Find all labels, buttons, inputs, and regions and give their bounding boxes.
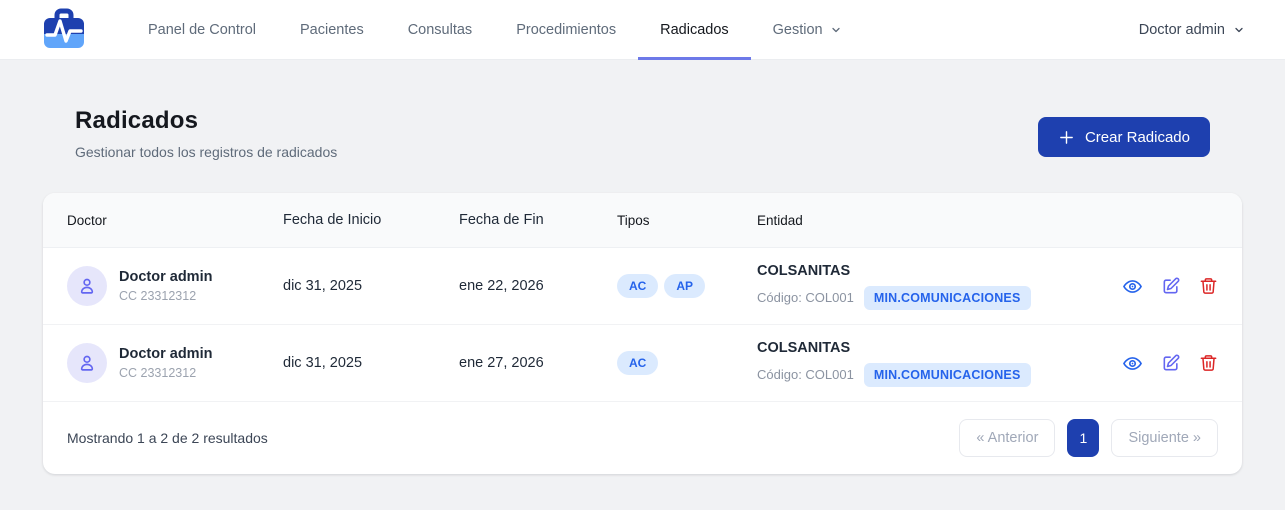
nav-item-panel-de-control[interactable]: Panel de Control <box>126 0 278 60</box>
edit-pencil-icon <box>1163 354 1180 371</box>
nav-label: Gestion <box>772 21 823 38</box>
edit-button[interactable] <box>1161 353 1181 373</box>
table-row: Doctor admin CC 23312312 dic 31, 2025 en… <box>43 325 1242 402</box>
plus-icon <box>1058 129 1075 146</box>
nav-label: Procedimientos <box>516 21 617 38</box>
table-footer: Mostrando 1 a 2 de 2 resultados « Anteri… <box>43 402 1242 474</box>
doctor-id: CC 23312312 <box>119 366 197 380</box>
fecha-inicio-cell: dic 31, 2025 <box>283 278 363 294</box>
entidad-name: COLSANITAS <box>757 339 851 356</box>
nav-label: Consultas <box>407 21 473 38</box>
create-radicado-label: Crear Radicado <box>1084 128 1190 146</box>
current-page-button[interactable]: 1 <box>1067 419 1100 457</box>
entidad-badge: MIN.COMUNICACIONES <box>863 362 1031 387</box>
person-icon <box>80 278 94 294</box>
page-header-text: Radicados Gestionar todos los registros … <box>75 107 337 160</box>
entidad-badge: MIN.COMUNICACIONES <box>863 285 1031 310</box>
entidad-name: COLSANITAS <box>757 262 851 279</box>
trash-icon <box>1200 355 1217 371</box>
nav-item-procedimientos[interactable]: Procedimientos <box>494 0 638 60</box>
column-header-doctor: Doctor <box>67 212 107 228</box>
chevron-down-icon <box>830 24 842 36</box>
doctor-id: CC 23312312 <box>119 289 197 303</box>
entidad-details: Código: COL001 MIN.COMUNICACIONES <box>757 362 1068 387</box>
person-icon <box>80 355 94 371</box>
fecha-fin-cell: ene 27, 2026 <box>459 355 544 371</box>
tipo-badge: AC <box>617 274 659 298</box>
column-header-fecha-inicio: Fecha de Inicio <box>283 212 382 228</box>
tipos-cell: AC <box>617 351 757 375</box>
nav-label: Panel de Control <box>148 21 257 38</box>
top-navigation-bar: Panel de Control Pacientes Consultas Pro… <box>0 0 1285 60</box>
page-header: Radicados Gestionar todos los registros … <box>43 60 1242 160</box>
avatar <box>67 266 107 306</box>
doctor-name: Doctor admin <box>119 269 213 285</box>
tipos-cell: AC AP <box>617 274 757 298</box>
main-nav: Panel de Control Pacientes Consultas Pro… <box>126 0 864 60</box>
column-header-tipos: Tipos <box>617 212 650 228</box>
doctor-cell: Doctor admin CC 23312312 <box>67 266 283 306</box>
results-count: Mostrando 1 a 2 de 2 resultados <box>67 430 268 446</box>
table-header-row: Doctor Fecha de Inicio Fecha de Fin Tipo… <box>43 193 1242 248</box>
view-button[interactable] <box>1122 353 1143 374</box>
medical-bag-logo-icon <box>44 8 84 48</box>
nav-item-consultas[interactable]: Consultas <box>386 0 494 60</box>
view-button[interactable] <box>1122 276 1143 297</box>
pagination: « Anterior 1 Siguiente » <box>959 419 1218 457</box>
edit-pencil-icon <box>1163 277 1180 294</box>
app-logo[interactable] <box>40 8 92 52</box>
fecha-inicio-cell: dic 31, 2025 <box>283 355 363 371</box>
nav-item-gestion[interactable]: Gestion <box>751 0 864 60</box>
fecha-fin-cell: ene 22, 2026 <box>459 278 544 294</box>
doctor-cell: Doctor admin CC 23312312 <box>67 343 283 383</box>
tipo-badge: AP <box>664 274 706 298</box>
doctor-info: Doctor admin CC 23312312 <box>119 346 212 380</box>
avatar <box>67 343 107 383</box>
page-subtitle: Gestionar todos los registros de radicad… <box>75 144 338 160</box>
user-menu[interactable]: Doctor admin <box>1139 22 1245 38</box>
delete-button[interactable] <box>1199 353 1218 373</box>
eye-icon <box>1123 279 1142 293</box>
tipo-badge: AC <box>617 351 659 375</box>
next-page-button[interactable]: Siguiente » <box>1111 419 1218 457</box>
radicados-table-card: Doctor Fecha de Inicio Fecha de Fin Tipo… <box>43 193 1242 474</box>
page-title: Radicados <box>75 107 199 134</box>
entidad-codigo: Código: COL001 <box>757 290 854 305</box>
edit-button[interactable] <box>1161 276 1181 296</box>
doctor-info: Doctor admin CC 23312312 <box>119 269 212 303</box>
nav-label: Pacientes <box>300 21 364 38</box>
entidad-details: Código: COL001 MIN.COMUNICACIONES <box>757 285 1068 310</box>
user-menu-label: Doctor admin <box>1138 21 1225 38</box>
actions-cell <box>1068 353 1218 374</box>
chevron-down-icon <box>1233 24 1245 36</box>
entidad-codigo: Código: COL001 <box>757 367 854 382</box>
eye-icon <box>1123 356 1142 370</box>
column-header-fecha-fin: Fecha de Fin <box>459 212 544 228</box>
create-radicado-button[interactable]: Crear Radicado <box>1037 117 1210 157</box>
trash-icon <box>1200 278 1217 294</box>
delete-button[interactable] <box>1199 276 1218 296</box>
entidad-cell: COLSANITAS Código: COL001 MIN.COMUNICACI… <box>757 263 1068 310</box>
main-content: Radicados Gestionar todos los registros … <box>0 60 1285 474</box>
nav-item-pacientes[interactable]: Pacientes <box>278 0 386 60</box>
column-header-entidad: Entidad <box>757 212 803 228</box>
nav-label: Radicados <box>660 21 729 38</box>
nav-item-radicados[interactable]: Radicados <box>638 0 751 60</box>
actions-cell <box>1068 276 1218 297</box>
table-row: Doctor admin CC 23312312 dic 31, 2025 en… <box>43 248 1242 325</box>
entidad-cell: COLSANITAS Código: COL001 MIN.COMUNICACI… <box>757 340 1068 387</box>
prev-page-button[interactable]: « Anterior <box>959 419 1056 457</box>
doctor-name: Doctor admin <box>119 346 213 362</box>
